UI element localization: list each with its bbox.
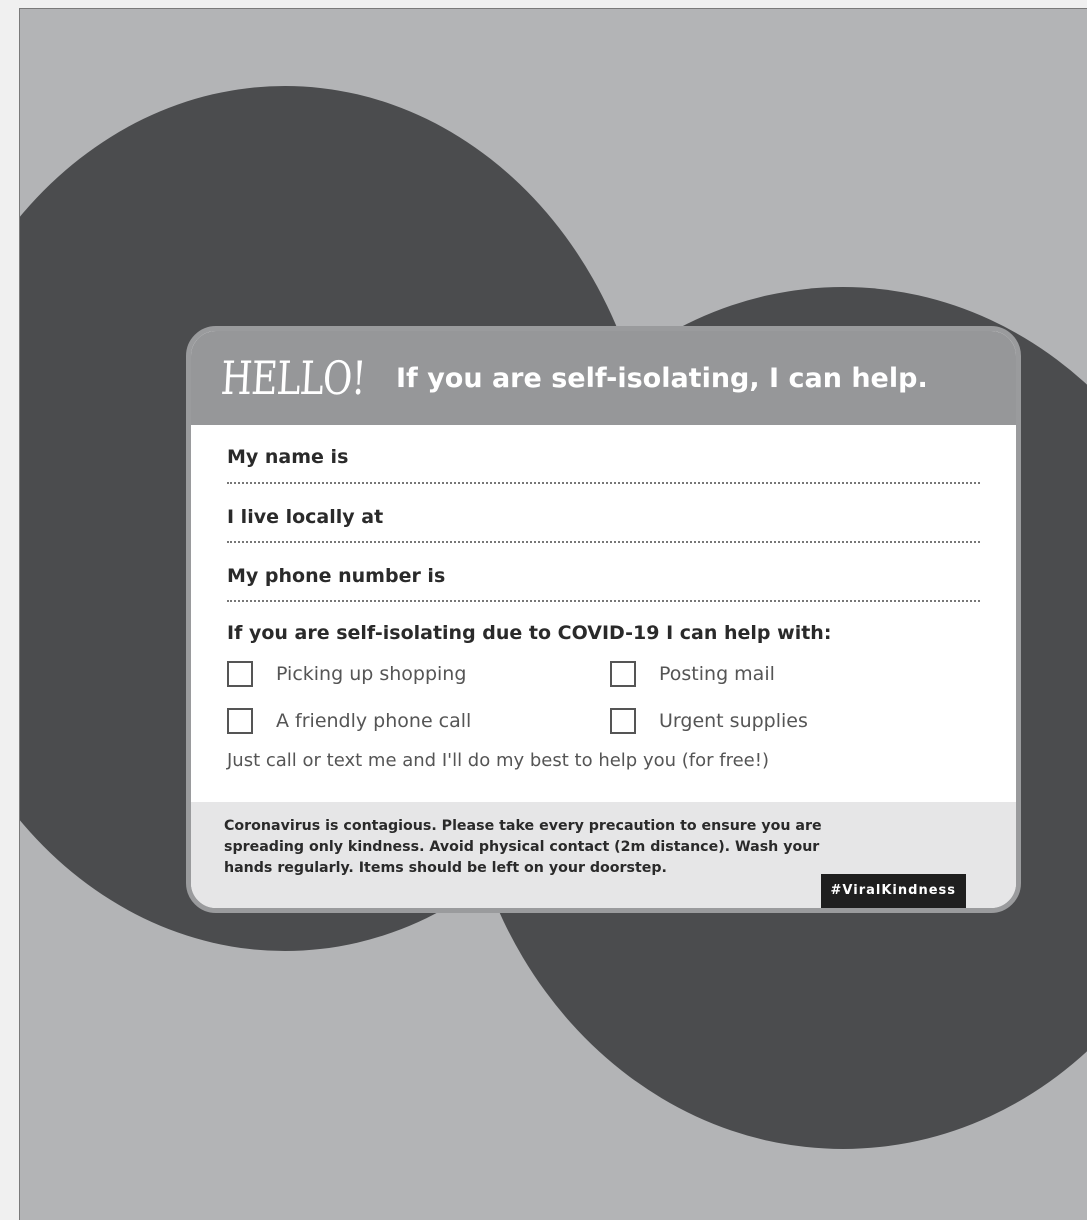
contact-note: Just call or text me and I'll do my best… [227, 750, 769, 771]
checkbox-shopping[interactable] [227, 661, 253, 687]
form-body: My name is I live locally at My phone nu… [191, 425, 1016, 771]
phone-field[interactable]: My phone number is [227, 543, 980, 602]
help-options: Picking up shopping Posting mail A frien… [227, 661, 980, 734]
card-header: HELLO! If you are self-isolating, I can … [191, 331, 1016, 425]
checkbox-mail[interactable] [610, 661, 636, 687]
option-phone-call-label: A friendly phone call [276, 710, 472, 732]
help-card: HELLO! If you are self-isolating, I can … [186, 326, 1021, 913]
option-phone-call[interactable]: A friendly phone call [227, 708, 610, 734]
address-field[interactable]: I live locally at [227, 484, 980, 543]
phone-field-label: My phone number is [227, 564, 446, 587]
footer-line: Coronavirus is contagious. Please take e… [224, 818, 822, 834]
option-mail-label: Posting mail [659, 663, 775, 685]
checkbox-supplies[interactable] [610, 708, 636, 734]
hello-title: HELLO! [219, 351, 367, 405]
option-supplies-label: Urgent supplies [659, 710, 808, 732]
flyer-page: HELLO! If you are self-isolating, I can … [19, 8, 1087, 1220]
footer-line: spreading only kindness. Avoid physical … [224, 839, 820, 855]
help-options-title: If you are self-isolating due to COVID-1… [227, 622, 832, 644]
option-shopping[interactable]: Picking up shopping [227, 661, 610, 687]
option-supplies[interactable]: Urgent supplies [610, 708, 980, 734]
card-footer: Coronavirus is contagious. Please take e… [191, 802, 1016, 908]
option-shopping-label: Picking up shopping [276, 663, 467, 685]
name-field[interactable]: My name is [227, 425, 980, 484]
headline: If you are self-isolating, I can help. [396, 362, 928, 394]
name-field-label: My name is [227, 445, 349, 468]
option-mail[interactable]: Posting mail [610, 661, 980, 687]
hashtag-badge: #ViralKindness [820, 874, 966, 908]
checkbox-phone-call[interactable] [227, 708, 253, 734]
address-field-label: I live locally at [227, 505, 384, 528]
